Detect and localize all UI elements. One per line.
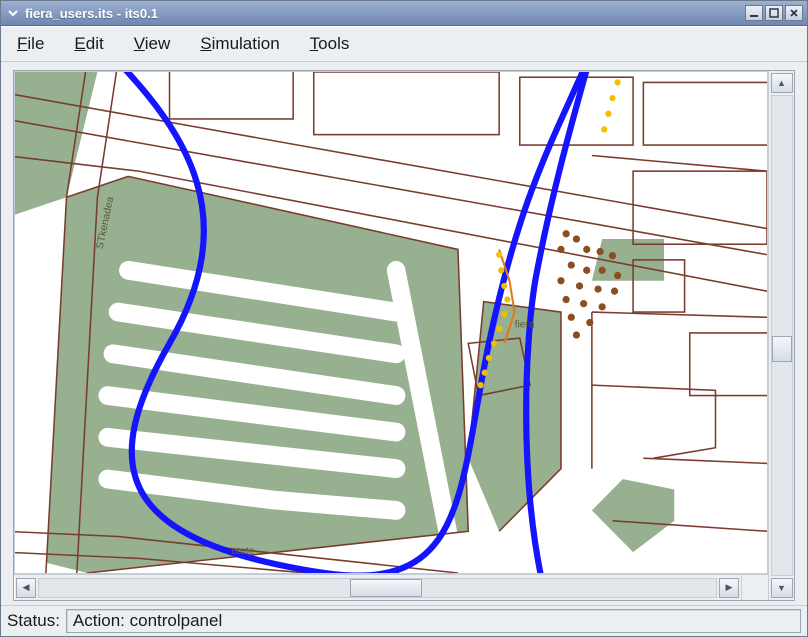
status-value: Action: controlpanel [73,611,222,631]
window-controls [745,5,803,21]
content-area: STkenadea utate fiera ◀ ▶ [1,62,807,605]
menu-simulation[interactable]: Simulation [194,32,285,56]
window-title: fiera_users.its - its0.1 [25,6,745,21]
client-area: File Edit View Simulation Tools [1,26,807,636]
status-field: Action: controlpanel [66,609,801,633]
maximize-button[interactable] [765,5,783,21]
status-label: Status: [7,611,62,631]
close-button[interactable] [785,5,803,21]
scroll-left-icon[interactable]: ◀ [16,578,36,598]
titlebar[interactable]: fiera_users.its - its0.1 [1,1,807,26]
menu-view[interactable]: View [128,32,177,56]
app-window: fiera_users.its - its0.1 File Edit View … [0,0,808,637]
scroll-up-icon[interactable]: ▲ [771,73,793,93]
vertical-scrollbar[interactable]: ▲ ▼ [768,71,794,600]
vscroll-thumb[interactable] [772,336,792,362]
scroll-right-icon[interactable]: ▶ [719,578,739,598]
statusbar: Status: Action: controlpanel [1,605,807,636]
scroll-down-icon[interactable]: ▼ [771,578,793,598]
window-menu-icon[interactable] [5,5,21,21]
scroll-corner [741,574,768,600]
vscroll-track[interactable] [771,95,793,576]
map-viewport[interactable]: STkenadea utate fiera [14,71,768,574]
hscroll-thumb[interactable] [350,579,422,597]
horizontal-scrollbar[interactable]: ◀ ▶ [14,574,741,600]
menubar: File Edit View Simulation Tools [1,27,807,62]
menu-tools[interactable]: Tools [304,32,356,56]
hscroll-track[interactable] [38,578,717,598]
menu-edit[interactable]: Edit [68,32,109,56]
canvas-frame: STkenadea utate fiera ◀ ▶ [13,70,795,601]
place-label: fiera [515,320,535,331]
street-label-2: utate [231,546,254,557]
map-canvas: STkenadea utate fiera [15,72,767,573]
minimize-button[interactable] [745,5,763,21]
menu-file[interactable]: File [11,32,50,56]
